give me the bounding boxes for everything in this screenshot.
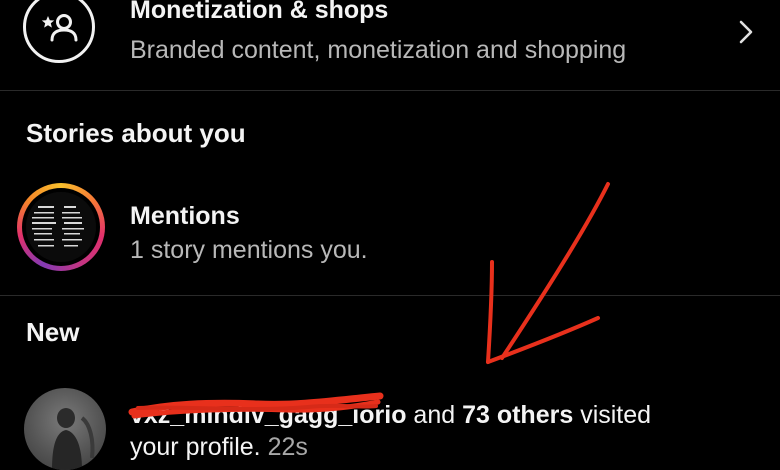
- story-ring[interactable]: [17, 183, 105, 271]
- divider: [0, 295, 780, 296]
- notification-time: 22s: [267, 433, 308, 461]
- monetization-title: Monetization & shops: [130, 0, 389, 24]
- mentions-subtitle: 1 story mentions you.: [130, 236, 368, 264]
- stories-about-you-header: Stories about you: [26, 118, 246, 148]
- notification-text: vxz_mindlv_gagg_iorio and 73 others visi…: [130, 401, 651, 430]
- divider: [0, 90, 780, 91]
- username-redacted[interactable]: vxz_mindlv_gagg_iorio: [130, 401, 406, 430]
- notification-connector: and: [406, 401, 463, 429]
- mentions-title: Mentions: [130, 202, 240, 230]
- chevron-right-icon: [739, 20, 753, 44]
- monetization-shops-row[interactable]: Monetization & shops Branded content, mo…: [0, 0, 780, 90]
- notification-text-line2: your profile. 22s: [130, 433, 308, 462]
- others-count[interactable]: 73 others: [462, 401, 573, 429]
- notification-line2: your profile.: [130, 433, 261, 461]
- person-star-icon: [23, 0, 95, 63]
- new-section-header: New: [26, 317, 80, 347]
- monetization-subtitle: Branded content, monetization and shoppi…: [130, 36, 627, 64]
- mentions-row[interactable]: [0, 178, 780, 294]
- avatar[interactable]: [24, 388, 106, 470]
- notification-suffix: visited: [573, 401, 652, 429]
- story-thumbnail: [26, 192, 96, 262]
